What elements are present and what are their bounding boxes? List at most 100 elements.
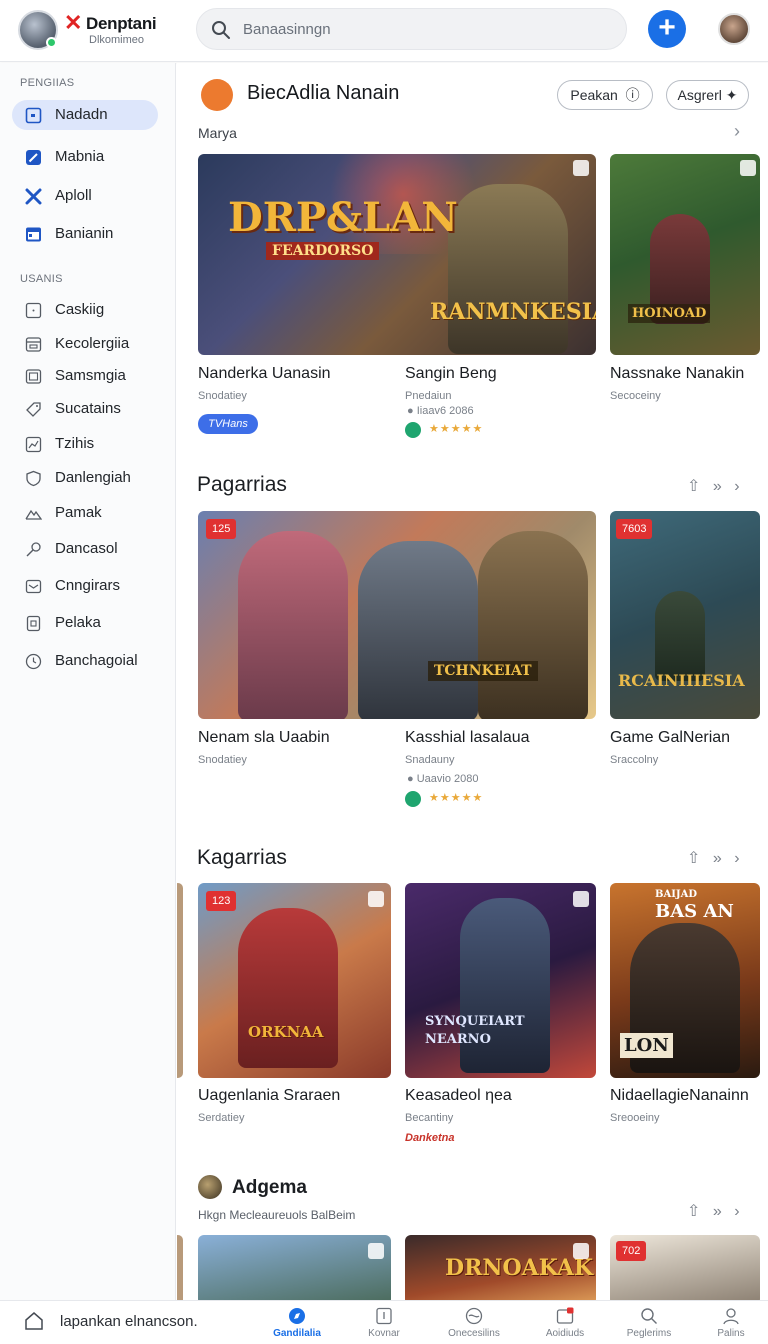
- section-avatar[interactable]: [198, 1175, 222, 1199]
- game-card-image[interactable]: BAIJAD BAS AN LON: [610, 883, 760, 1078]
- sidebar-item-sucatains[interactable]: Sucatains: [12, 394, 158, 424]
- card-title[interactable]: Kasshial lasalaua: [405, 729, 530, 747]
- sidebar-item-pamak[interactable]: Pamak: [12, 498, 158, 528]
- card-date: Iiaav6 2086: [416, 405, 474, 417]
- search-input[interactable]: Banaasinngn: [196, 8, 627, 50]
- page-title: BiecAdlia Nanain: [247, 82, 400, 104]
- sidebar-item-label: Samsmgia: [55, 367, 126, 384]
- card-title[interactable]: Sangin Beng: [405, 365, 497, 383]
- card-subtitle: Becantiny: [405, 1112, 454, 1124]
- sidebar-item-mabnia[interactable]: Mabnia: [12, 142, 158, 172]
- game-card-image[interactable]: SYNQUEIART NEARNO: [405, 883, 596, 1078]
- game-card-image[interactable]: ORKNAA 123: [198, 883, 391, 1078]
- publisher-logo: Danketna: [405, 1132, 455, 1144]
- sidebar-item-samsmgia[interactable]: Samsmgia: [12, 361, 158, 391]
- sidebar-item-label: Kecolergiia: [55, 335, 130, 352]
- sidebar-item-label: Cnngirars: [55, 577, 121, 594]
- bookmark-icon[interactable]: [573, 1243, 589, 1259]
- add-button[interactable]: +: [648, 10, 686, 48]
- sidebar-item-aploll[interactable]: Aploll: [12, 181, 158, 211]
- leaf-icon: [405, 791, 421, 807]
- sidebar-item-danlengiah[interactable]: Danlengiah: [12, 463, 158, 493]
- art-logo: ORKNAA: [248, 1023, 324, 1041]
- card-title[interactable]: Nenam sla Uaabin: [198, 729, 330, 747]
- key-icon: [26, 542, 41, 557]
- card-subtitle: Secoceiny: [610, 390, 661, 402]
- box-icon: [25, 337, 42, 352]
- card-title[interactable]: Nanderka Uanasin: [198, 365, 331, 383]
- bookmark-icon[interactable]: [368, 891, 384, 907]
- tag-icon: [26, 402, 41, 417]
- sidebar-item-tzihis[interactable]: Tzihis: [12, 429, 158, 459]
- card-subtitle: Sreooeiny: [610, 1112, 660, 1124]
- card-title[interactable]: Game GalNerian: [610, 729, 730, 747]
- card-title[interactable]: Keasadeol ηea: [405, 1087, 512, 1105]
- clock-icon: [25, 653, 42, 670]
- sidebar-item-cnngirars[interactable]: Cnngirars: [12, 571, 158, 601]
- tab-kovnar[interactable]: Kovnar: [349, 1307, 419, 1343]
- peakan-button[interactable]: Peakan ⓘ: [557, 80, 653, 110]
- number-badge: 7603: [616, 519, 653, 539]
- info-icon: ⓘ: [621, 87, 640, 103]
- sidebar-item-label: Danlengiah: [55, 469, 131, 486]
- card-subtitle: Snodatiey: [198, 754, 247, 766]
- chevron-right-icon[interactable]: ›: [734, 121, 740, 142]
- home-icon[interactable]: [24, 1311, 44, 1331]
- sidebar-item-label: Pamak: [55, 504, 102, 521]
- card-meta: ● Iiaav6 2086: [407, 405, 474, 417]
- section-actions[interactable]: ⇧ » ›: [687, 848, 744, 868]
- art-logo: DRNOAKAK: [445, 1255, 594, 1281]
- sidebar-item-dancasol[interactable]: Dancasol: [12, 534, 158, 564]
- tab-onecesilins[interactable]: Onecesilins: [439, 1307, 509, 1343]
- sidebar-item-kecolergiia[interactable]: Kecolergiia: [12, 329, 158, 359]
- leaf-icon: [405, 422, 421, 438]
- game-card-image[interactable]: DRNOAKAK: [405, 1235, 596, 1300]
- game-card-image[interactable]: RCAINIIIESIA 7603: [610, 511, 760, 719]
- sidebar-item-banchagoial[interactable]: Banchagoial: [12, 646, 158, 676]
- tab-aoidiuds[interactable]: Aoidiuds: [530, 1307, 600, 1343]
- tab-peglerims[interactable]: Peglerims: [614, 1307, 684, 1343]
- game-card-image[interactable]: DRP&LAN FEARDORSO RANMNKESIA: [198, 154, 596, 355]
- art-subtitle: FEARDORSO: [266, 242, 380, 260]
- section-title: Kagarrias: [197, 846, 287, 869]
- sidebar-item-pelaka[interactable]: Pelaka: [12, 608, 158, 638]
- bookmark-icon[interactable]: [573, 160, 589, 176]
- channel-avatar[interactable]: [201, 79, 233, 111]
- profile-icon: [723, 1308, 739, 1325]
- tab-gandilalia[interactable]: Gandilalia: [262, 1307, 332, 1343]
- card-title[interactable]: NidaellagieNanainn: [610, 1087, 749, 1105]
- game-card-image[interactable]: TCHNKEIAT 125: [198, 511, 596, 719]
- game-card-image[interactable]: HOINOAD: [610, 154, 760, 355]
- bookmark-icon[interactable]: [740, 160, 756, 176]
- partial-card-image: [177, 883, 183, 1078]
- sidebar-item-label: Aploll: [55, 187, 92, 204]
- art-title: DRP&LAN: [228, 194, 458, 241]
- card-title[interactable]: Uagenlania Sraraen: [198, 1087, 340, 1105]
- partial-card-image: [177, 1235, 183, 1300]
- art-logo: TCHNKEIAT: [428, 661, 538, 681]
- tag-badge[interactable]: TVHans: [198, 414, 258, 434]
- bottom-bar-text[interactable]: lapankan elnancson.: [60, 1313, 198, 1330]
- card-title[interactable]: Nassnake Nanakin: [610, 365, 744, 383]
- book-icon: [376, 1307, 392, 1325]
- art-logo: SYNQUEIART NEARNO: [425, 1014, 525, 1047]
- sidebar-item-caskiig[interactable]: Caskiig: [12, 295, 158, 325]
- game-card-image[interactable]: [198, 1235, 391, 1300]
- brand-x-icon: ✕: [64, 10, 83, 35]
- section-actions[interactable]: ⇧ » ›: [687, 1201, 744, 1221]
- sidebar-item-nadadn[interactable]: Nadadn: [12, 100, 158, 130]
- tab-palins[interactable]: Palins: [696, 1307, 766, 1343]
- tab-label: Gandilalia: [273, 1328, 321, 1339]
- sidebar-heading-main: PENGIIAS: [20, 77, 75, 89]
- asgrerl-button[interactable]: Asgrerl ✦: [666, 80, 749, 110]
- section-actions[interactable]: ⇧ » ›: [687, 476, 744, 496]
- user-avatar[interactable]: [718, 13, 750, 45]
- game-card-image[interactable]: 702: [610, 1235, 760, 1300]
- compass-icon: [289, 1308, 305, 1324]
- calendar-icon: [26, 227, 41, 242]
- bookmark-icon[interactable]: [573, 891, 589, 907]
- bookmark-icon[interactable]: [368, 1243, 384, 1259]
- sidebar-item-banianin[interactable]: Banianin: [12, 219, 158, 249]
- brand-name: Denptani: [86, 14, 157, 33]
- shield-icon: [26, 470, 41, 487]
